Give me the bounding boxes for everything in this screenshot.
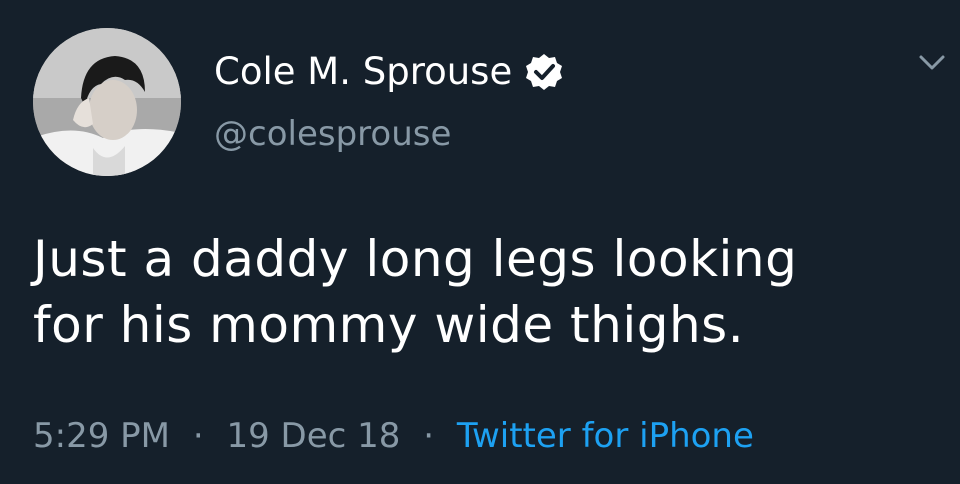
meta-separator: · [423,416,434,456]
tweet-source-link[interactable]: Twitter for iPhone [457,416,754,456]
tweet-date[interactable]: 19 Dec 18 [226,416,400,456]
avatar[interactable] [33,28,181,176]
avatar-photo [33,28,181,176]
chevron-down-icon[interactable] [916,50,948,74]
author-name-text: Cole M. Sprouse [214,50,513,93]
author-handle[interactable]: @colesprouse [214,112,451,156]
tweet-text: Just a daddy long legs looking for his m… [33,226,933,358]
author-display-name[interactable]: Cole M. Sprouse [214,48,564,96]
tweet-meta: 5:29 PM · 19 Dec 18 · Twitter for iPhone [33,412,754,460]
tweet-text-line: Just a daddy long legs looking [33,230,798,288]
tweet-card: Cole M. Sprouse @colesprouse Just a dadd… [0,0,960,484]
verified-badge-icon [526,54,563,90]
tweet-text-line: for his mommy wide thighs. [33,296,745,354]
tweet-time[interactable]: 5:29 PM [33,416,170,456]
meta-separator: · [192,416,204,456]
